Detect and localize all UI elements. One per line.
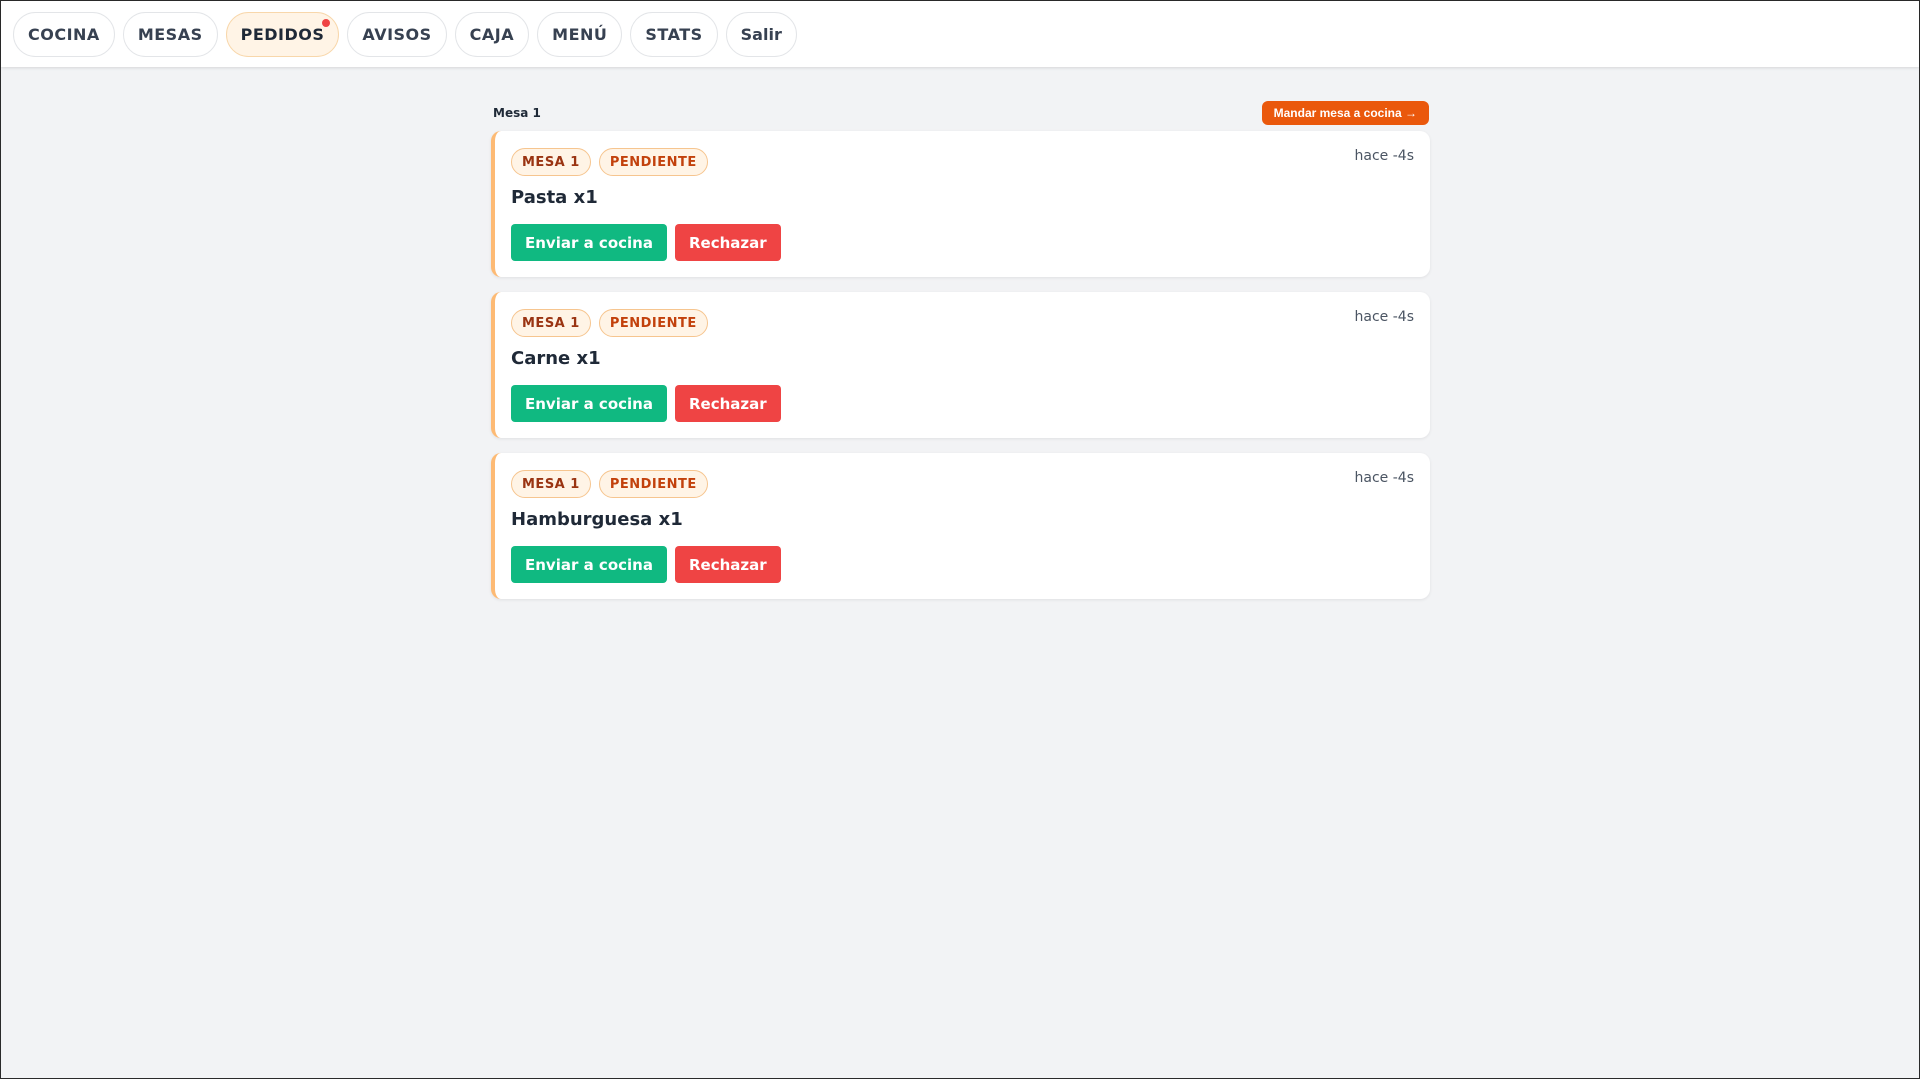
tab-avisos[interactable]: AVISOS [347, 11, 447, 57]
send-to-kitchen-button[interactable]: Enviar a cocina [511, 224, 667, 261]
tab-stats[interactable]: STATS [630, 11, 718, 57]
reject-button[interactable]: Rechazar [674, 546, 781, 583]
top-nav: COCINA MESAS PEDIDOS AVISOS CAJA MENÚ ST… [1, 1, 1919, 67]
order-badges: MESA 1 PENDIENTE [511, 309, 1414, 337]
order-timestamp: hace -4s [1354, 148, 1414, 164]
tab-pedidos-label: PEDIDOS [240, 24, 325, 44]
order-actions: Enviar a cocina Rechazar [511, 385, 1414, 422]
tab-mesas[interactable]: MESAS [122, 11, 218, 57]
order-item-name: Hamburguesa x1 [511, 509, 683, 530]
status-badge: PENDIENTE [598, 309, 708, 337]
notification-dot-icon [322, 18, 331, 27]
table-badge: MESA 1 [511, 309, 591, 337]
tab-caja[interactable]: CAJA [454, 11, 530, 57]
order-badges: MESA 1 PENDIENTE [511, 470, 1414, 498]
order-card: MESA 1 PENDIENTE hace -4s Carne x1 Envia… [491, 292, 1430, 438]
order-item-name: Pasta x1 [511, 187, 598, 208]
status-badge: PENDIENTE [598, 470, 708, 498]
tab-pedidos[interactable]: PEDIDOS [225, 11, 340, 57]
table-badge: MESA 1 [511, 470, 591, 498]
table-group-header: Mesa 1 Mandar mesa a cocina → [491, 101, 1430, 125]
reject-button[interactable]: Rechazar [674, 385, 781, 422]
order-card: MESA 1 PENDIENTE hace -4s Hamburguesa x1… [491, 453, 1430, 599]
send-to-kitchen-button[interactable]: Enviar a cocina [511, 385, 667, 422]
reject-button[interactable]: Rechazar [674, 224, 781, 261]
send-table-to-kitchen-button[interactable]: Mandar mesa a cocina → [1261, 101, 1429, 125]
order-actions: Enviar a cocina Rechazar [511, 546, 1414, 583]
order-actions: Enviar a cocina Rechazar [511, 224, 1414, 261]
table-group-title: Mesa 1 [493, 106, 541, 120]
order-timestamp: hace -4s [1354, 309, 1414, 325]
order-timestamp: hace -4s [1354, 470, 1414, 486]
logout-button[interactable]: Salir [725, 11, 797, 57]
table-badge: MESA 1 [511, 148, 591, 176]
tab-cocina[interactable]: COCINA [13, 11, 115, 57]
order-list: MESA 1 PENDIENTE hace -4s Pasta x1 Envia… [491, 131, 1430, 599]
order-card: MESA 1 PENDIENTE hace -4s Pasta x1 Envia… [491, 131, 1430, 277]
order-item-name: Carne x1 [511, 348, 601, 369]
status-badge: PENDIENTE [598, 148, 708, 176]
orders-panel: Mesa 1 Mandar mesa a cocina → MESA 1 PEN… [491, 101, 1430, 599]
order-badges: MESA 1 PENDIENTE [511, 148, 1414, 176]
send-to-kitchen-button[interactable]: Enviar a cocina [511, 546, 667, 583]
tab-menu[interactable]: MENÚ [537, 11, 623, 57]
